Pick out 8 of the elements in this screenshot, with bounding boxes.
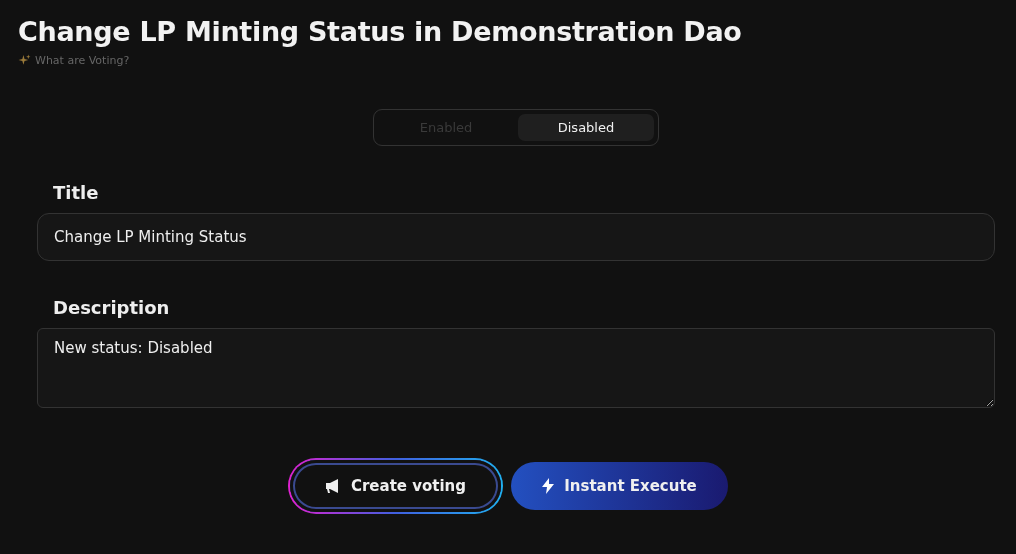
- field-label: Description: [53, 297, 171, 318]
- description-field[interactable]: New status: Disabled: [37, 328, 995, 408]
- field-label: Title: [53, 182, 100, 203]
- create-voting-button[interactable]: Create voting: [288, 458, 503, 514]
- text-field[interactable]: Change LP Minting Status: [37, 213, 995, 261]
- page-title: Change LP Minting Status in Demonstration Dao: [18, 15, 743, 49]
- instant-execute-button[interactable]: Instant Execute: [511, 462, 728, 510]
- toggle-option[interactable]: Disabled: [518, 114, 654, 141]
